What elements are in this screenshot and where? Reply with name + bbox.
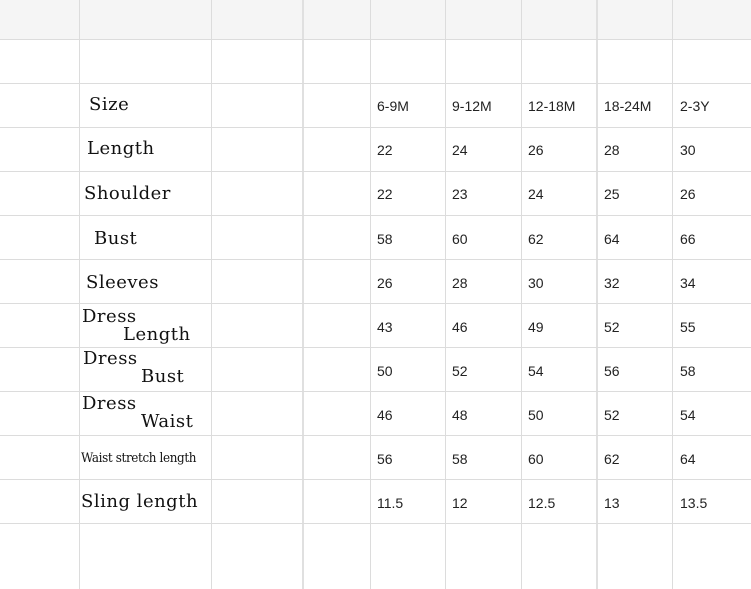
- grid-row-line: [0, 215, 751, 216]
- measurement-cell: 32: [604, 275, 620, 291]
- measurement-cell: 46: [377, 407, 393, 423]
- grid-row-line: [0, 83, 751, 84]
- measurement-cell: 22: [377, 186, 393, 202]
- grid-row-line: [0, 303, 751, 304]
- measurement-cell: 28: [604, 142, 620, 158]
- measurement-cell: 12.5: [528, 495, 556, 511]
- measurement-cell: 26: [528, 142, 544, 158]
- measurement-cell: 13: [604, 495, 620, 511]
- grid-column-line: [302, 0, 304, 589]
- row-label-dress-waist-line2: Waist: [141, 411, 194, 432]
- row-label-sling-length: Sling length: [81, 491, 199, 512]
- grid-column-line: [521, 0, 522, 589]
- size-header-label: Size: [89, 94, 130, 115]
- grid-row-line: [0, 523, 751, 524]
- measurement-cell: 64: [604, 231, 620, 247]
- measurement-cell: 58: [377, 231, 393, 247]
- measurement-cell: 13.5: [680, 495, 708, 511]
- measurement-cell: 25: [604, 186, 620, 202]
- measurement-cell: 48: [452, 407, 468, 423]
- grid-row-line: [0, 259, 751, 260]
- size-col-header: 6-9M: [377, 98, 409, 114]
- size-col-header: 9-12M: [452, 98, 492, 114]
- measurement-cell: 54: [528, 363, 544, 379]
- measurement-cell: 55: [680, 319, 696, 335]
- grid-row-line: [0, 435, 751, 436]
- measurement-cell: 22: [377, 142, 393, 158]
- row-label-dress-bust-line2: Bust: [141, 366, 185, 387]
- measurement-cell: 60: [452, 231, 468, 247]
- measurement-cell: 26: [377, 275, 393, 291]
- measurement-cell: 24: [528, 186, 544, 202]
- measurement-cell: 56: [377, 451, 393, 467]
- measurement-cell: 62: [604, 451, 620, 467]
- grid-column-line: [79, 0, 80, 589]
- measurement-cell: 11.5: [377, 495, 404, 511]
- measurement-cell: 28: [452, 275, 468, 291]
- grid-row-line: [0, 127, 751, 128]
- measurement-cell: 43: [377, 319, 393, 335]
- measurement-cell: 26: [680, 186, 696, 202]
- grid-row-line: [0, 479, 751, 480]
- measurement-cell: 58: [452, 451, 468, 467]
- measurement-cell: 64: [680, 451, 696, 467]
- measurement-cell: 24: [452, 142, 468, 158]
- row-label-waist-stretch-length: Waist stretch length: [81, 451, 197, 466]
- measurement-cell: 23: [452, 186, 468, 202]
- measurement-cell: 52: [604, 407, 620, 423]
- row-label-dress-length-line2: Length: [123, 324, 191, 345]
- row-label-shoulder: Shoulder: [84, 183, 171, 204]
- row-label-length: Length: [87, 138, 155, 159]
- measurement-cell: 30: [680, 142, 696, 158]
- measurement-cell: 52: [452, 363, 468, 379]
- grid-column-line: [445, 0, 446, 589]
- grid-row-line: [0, 391, 751, 392]
- size-col-header: 18-24M: [604, 98, 652, 114]
- measurement-cell: 46: [452, 319, 468, 335]
- grid-row-line: [0, 39, 751, 40]
- measurement-cell: 34: [680, 275, 696, 291]
- column-header-band: [0, 0, 751, 39]
- measurement-cell: 12: [452, 495, 468, 511]
- measurement-cell: 52: [604, 319, 620, 335]
- measurement-cell: 56: [604, 363, 620, 379]
- measurement-cell: 66: [680, 231, 696, 247]
- measurement-cell: 30: [528, 275, 544, 291]
- measurement-cell: 62: [528, 231, 544, 247]
- size-col-header: 12-18M: [528, 98, 576, 114]
- grid-column-line: [211, 0, 212, 589]
- row-label-dress-waist-line1: Dress: [82, 393, 137, 414]
- row-label-bust: Bust: [94, 228, 138, 249]
- measurement-cell: 50: [528, 407, 544, 423]
- grid-row-line: [0, 171, 751, 172]
- row-label-sleeves: Sleeves: [86, 272, 159, 293]
- size-chart-sheet: Size 6-9M 9-12M 12-18M 18-24M 2-3Y Lengt…: [0, 0, 751, 589]
- grid-column-line: [596, 0, 598, 589]
- measurement-cell: 49: [528, 319, 544, 335]
- grid-column-line: [672, 0, 673, 589]
- measurement-cell: 58: [680, 363, 696, 379]
- row-label-dress-bust-line1: Dress: [83, 348, 138, 369]
- measurement-cell: 54: [680, 407, 696, 423]
- measurement-cell: 50: [377, 363, 393, 379]
- size-col-header: 2-3Y: [680, 98, 710, 114]
- grid-column-line: [370, 0, 371, 589]
- measurement-cell: 60: [528, 451, 544, 467]
